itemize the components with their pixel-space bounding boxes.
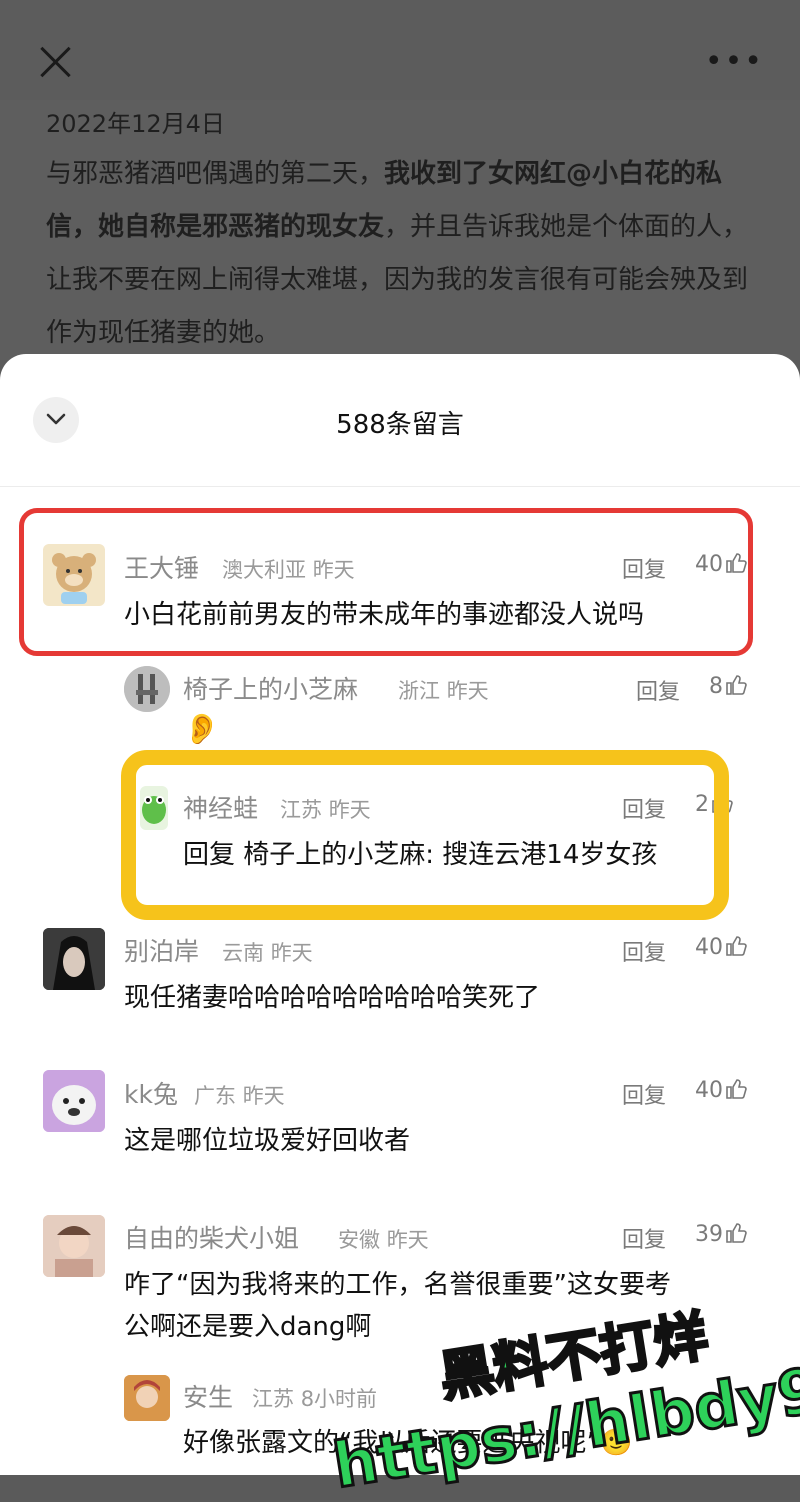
comment-username[interactable]: 椅子上的小芝麻 — [183, 670, 358, 706]
comment-region: 浙江 — [398, 679, 440, 703]
article-background: 2022年12月4日 与邪恶猪酒吧偶遇的第二天，我收到了女网红@小白花的私信，她… — [0, 100, 800, 360]
avatar[interactable] — [124, 666, 170, 712]
comment-text: 现任猪妻哈哈哈哈哈哈哈哈哈笑死了 — [124, 983, 541, 1013]
meme-avatar-icon — [43, 1070, 105, 1132]
like-button[interactable]: 8 — [709, 674, 747, 699]
avatar[interactable] — [43, 1070, 105, 1132]
comment-meta: 浙江 昨天 — [398, 675, 489, 705]
comment-text: 这是哪位垃圾爱好回收者 — [124, 1126, 411, 1156]
comment-meta: 云南 昨天 — [222, 937, 313, 967]
comment-text-line2: 公啊还是要入dang啊 — [124, 1312, 372, 1342]
more-options-icon[interactable]: ••• — [705, 47, 764, 77]
character-avatar-icon — [124, 1375, 170, 1421]
like-count: 39 — [695, 1222, 723, 1247]
like-count: 40 — [695, 1078, 723, 1103]
comment-time: 昨天 — [386, 1228, 429, 1252]
comment-time: 昨天 — [446, 679, 489, 703]
comment-username[interactable]: 自由的柴犬小姐 — [124, 1219, 299, 1255]
red-highlight-box — [19, 508, 753, 656]
avatar[interactable] — [124, 1375, 170, 1421]
comment-count-title: 588条留言 — [336, 410, 464, 440]
like-button[interactable]: 40 — [695, 1078, 747, 1103]
reply-button[interactable]: 回复 — [622, 935, 666, 967]
comment-meta: 安徽 昨天 — [338, 1224, 429, 1254]
comment-region: 安徽 — [338, 1228, 380, 1252]
comment-time: 昨天 — [242, 1084, 285, 1108]
comment-text-line1: 咋了“因为我将来的工作，名誉很重要”这女要考 — [124, 1270, 671, 1300]
like-button[interactable]: 39 — [695, 1222, 747, 1247]
comment-time: 8小时前 — [300, 1387, 378, 1411]
comment-region: 云南 — [222, 941, 264, 965]
thumbs-up-icon — [726, 675, 747, 695]
comment-meta: 江苏 8小时前 — [252, 1383, 377, 1413]
comment-username[interactable]: 安生 — [183, 1378, 233, 1414]
thumbs-up-icon — [726, 1079, 747, 1099]
comment-username[interactable]: kk兔 — [124, 1075, 178, 1111]
anime-avatar-icon — [43, 928, 105, 990]
comment-text: 👂 — [183, 712, 221, 747]
comment-meta: 广东 昨天 — [194, 1080, 285, 1110]
baby-avatar-icon — [43, 1215, 105, 1277]
close-icon[interactable] — [38, 44, 74, 80]
reply-button[interactable]: 回复 — [636, 674, 680, 706]
thumbs-up-icon — [726, 936, 747, 956]
avatar[interactable] — [43, 1215, 105, 1277]
reply-button[interactable]: 回复 — [622, 1078, 666, 1110]
article-text: 与邪恶猪酒吧偶遇的第二天， — [46, 159, 385, 189]
comment-time: 昨天 — [270, 941, 313, 965]
comment-region: 广东 — [194, 1084, 236, 1108]
comment-username[interactable]: 别泊岸 — [124, 932, 199, 968]
sheet-header: 588条留言 — [0, 354, 800, 487]
like-button[interactable]: 40 — [695, 935, 747, 960]
chair-avatar-icon — [124, 666, 170, 712]
like-count: 40 — [695, 935, 723, 960]
like-count: 8 — [709, 674, 723, 699]
comment-region: 江苏 — [252, 1387, 294, 1411]
top-bar: ••• — [0, 0, 800, 110]
article-date: 2022年12月4日 — [46, 110, 225, 138]
reply-button[interactable]: 回复 — [622, 1222, 666, 1254]
thumbs-up-icon — [726, 1223, 747, 1243]
article-paragraph: 与邪恶猪酒吧偶遇的第二天，我收到了女网红@小白花的私信，她自称是邪恶猪的现女友，… — [46, 148, 766, 360]
avatar[interactable] — [43, 928, 105, 990]
yellow-highlight-box — [121, 750, 729, 920]
